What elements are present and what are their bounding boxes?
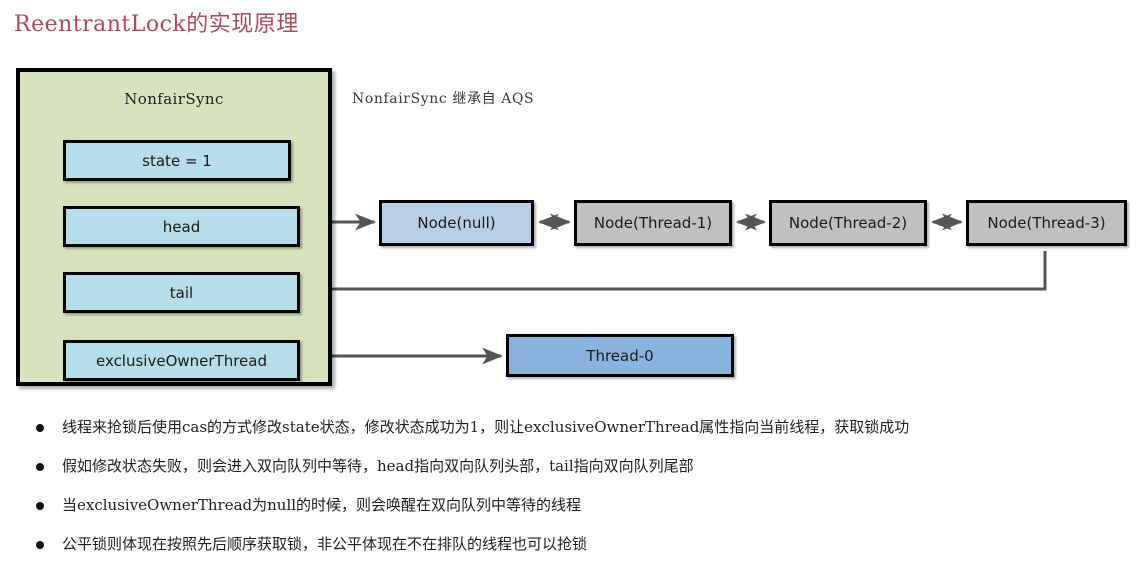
nonfairsync-container: NonfairSync state = 1 head tail exclusiv… [16,68,332,386]
note-item: 线程来抢锁后使用cas的方式修改state状态，修改状态成功为1，则让exclu… [28,412,1128,442]
queue-node-2: Node(Thread-2) [769,200,927,246]
note-item: 假如修改状态失败，则会进入双向队列中等待，head指向双向队列头部，tail指向… [28,451,1128,481]
owner-thread-box: Thread-0 [506,334,734,377]
connector-tail-to-node3 [282,251,1047,298]
field-state: state = 1 [63,140,291,181]
queue-node-3: Node(Thread-3) [966,200,1127,246]
nonfairsync-title: NonfairSync [124,90,224,108]
queue-node-0: Node(null) [379,200,534,246]
queue-node-1: Node(Thread-1) [574,200,732,246]
field-tail: tail [63,272,300,313]
note-item: 当exclusiveOwnerThread为null的时候，则会唤醒在双向队列中… [28,490,1128,520]
notes-list: 线程来抢锁后使用cas的方式修改state状态，修改状态成功为1，则让exclu… [28,412,1128,568]
aqs-inheritance-note: NonfairSync 继承自 AQS [352,91,535,107]
field-head: head [63,206,300,247]
note-item: 公平锁则体现在按照先后顺序获取锁，非公平体现在不在排队的线程也可以抢锁 [28,529,1128,559]
reentrantlock-diagram: NonfairSync state = 1 head tail exclusiv… [0,0,1137,410]
field-exclusive-owner-thread: exclusiveOwnerThread [63,340,300,381]
